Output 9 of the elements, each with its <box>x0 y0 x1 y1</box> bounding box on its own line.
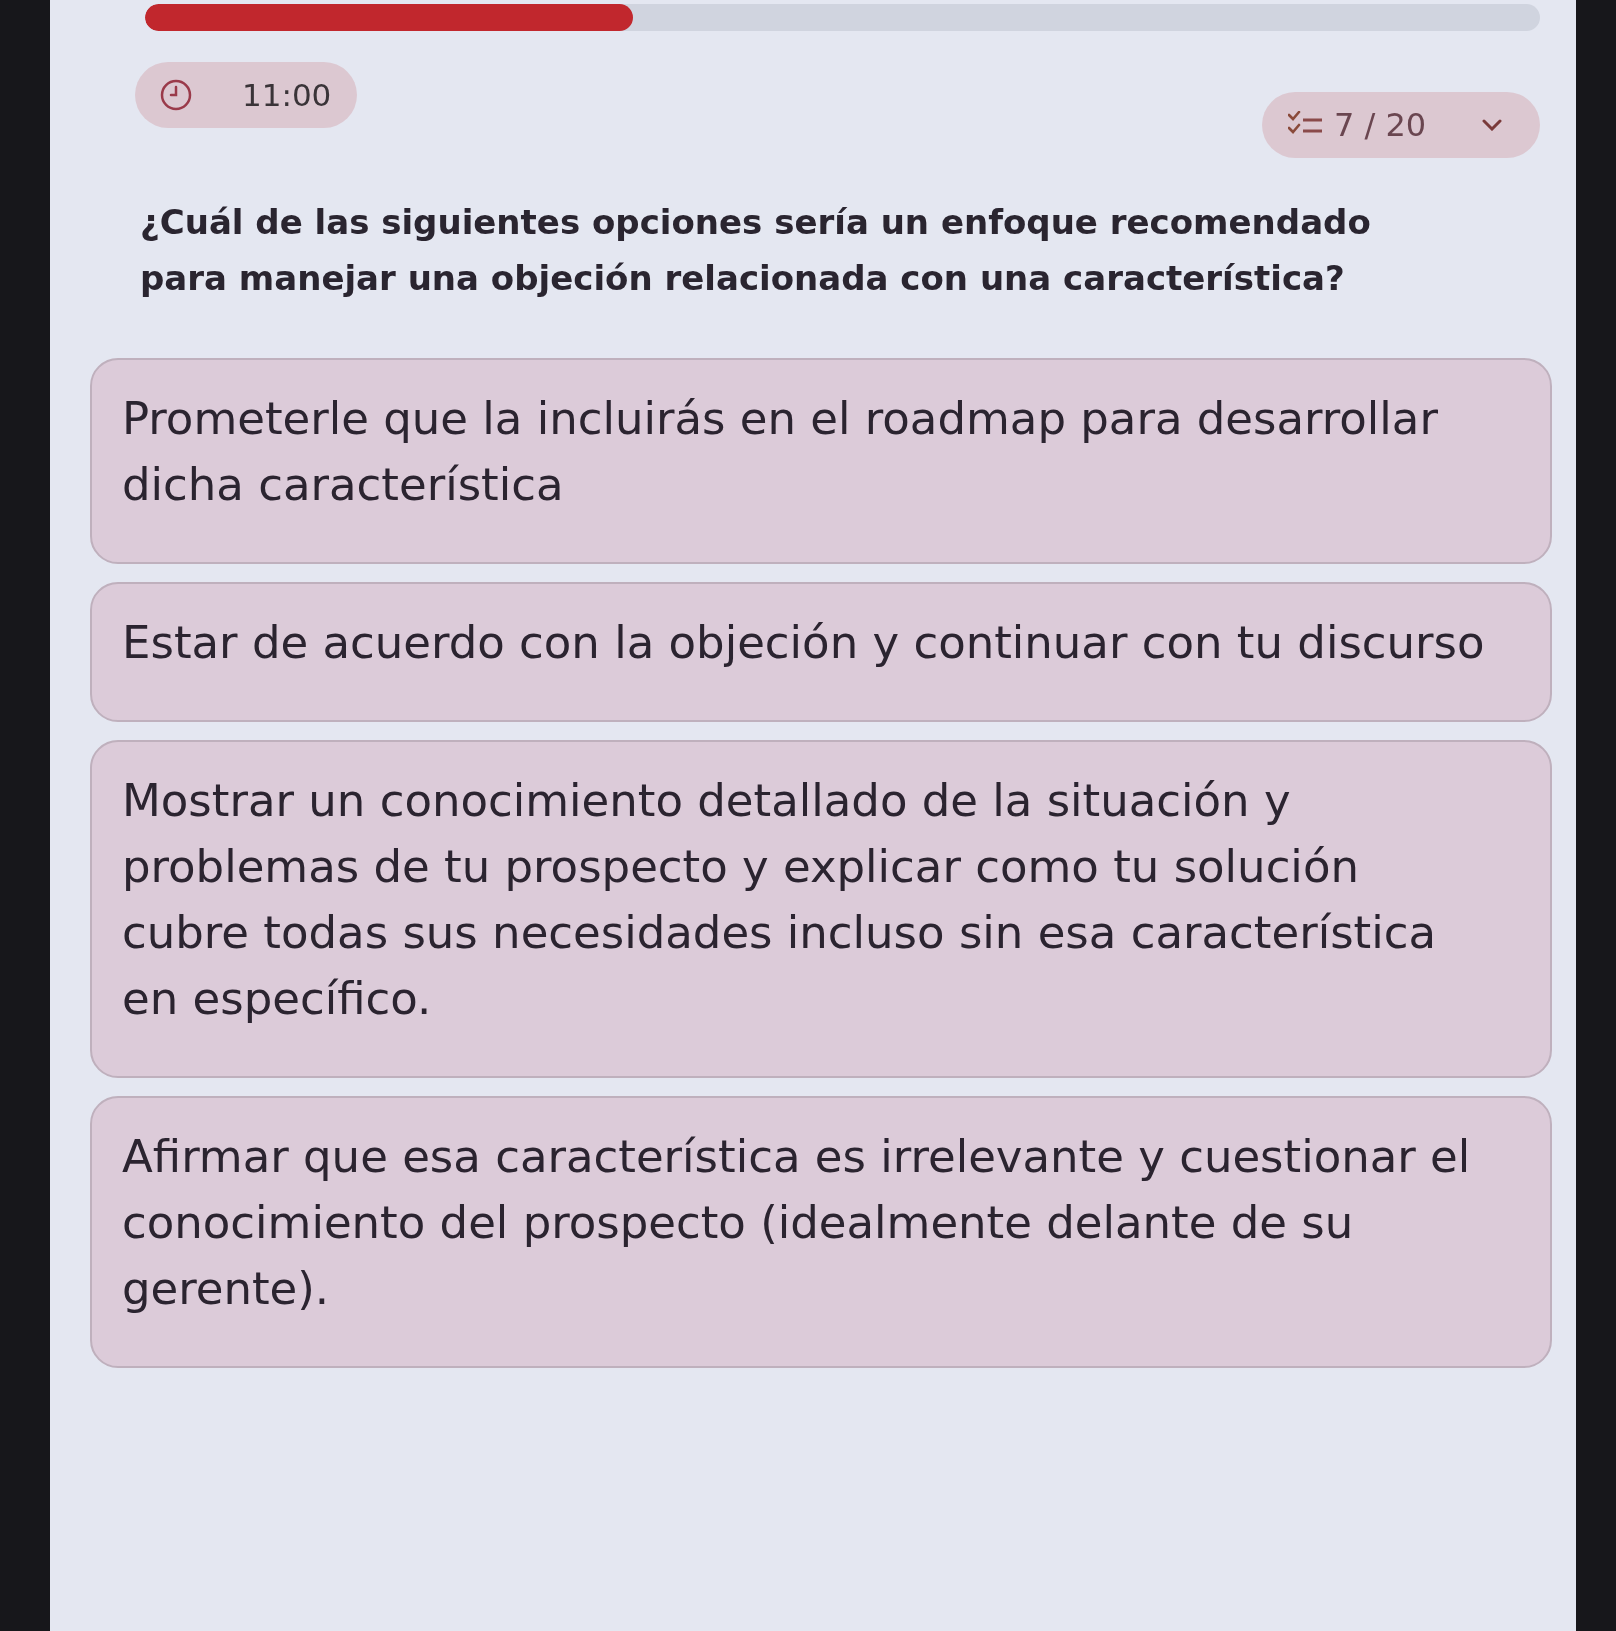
question-counter-dropdown[interactable]: 7 / 20 <box>1262 92 1540 158</box>
answer-option[interactable]: Prometerle que la incluirás en el roadmap para desarrollar dicha característica <box>90 358 1552 564</box>
caret-icon <box>1482 119 1502 131</box>
timer-text: 11:00 <box>242 75 332 115</box>
answer-option[interactable]: Mostrar un conocimiento detallado de la situación y problemas de tu prospecto y explicar como tu solución cubre todas sus necesidades incluso sin esa característica en específico. <box>90 740 1552 1078</box>
question-text: ¿Cuál de las siguientes opciones sería un enfoque recomendado para manejar una objeción relacionada con una característica? <box>140 201 1372 300</box>
clock-icon <box>160 79 192 111</box>
answer-option[interactable]: Estar de acuerdo con la objeción y continuar con tu discurso <box>90 582 1552 722</box>
answer-option[interactable]: Afirmar que esa característica es irrelevante y cuestionar el conocimiento del prospecto (idealmente delante de su gerente). <box>90 1096 1552 1368</box>
